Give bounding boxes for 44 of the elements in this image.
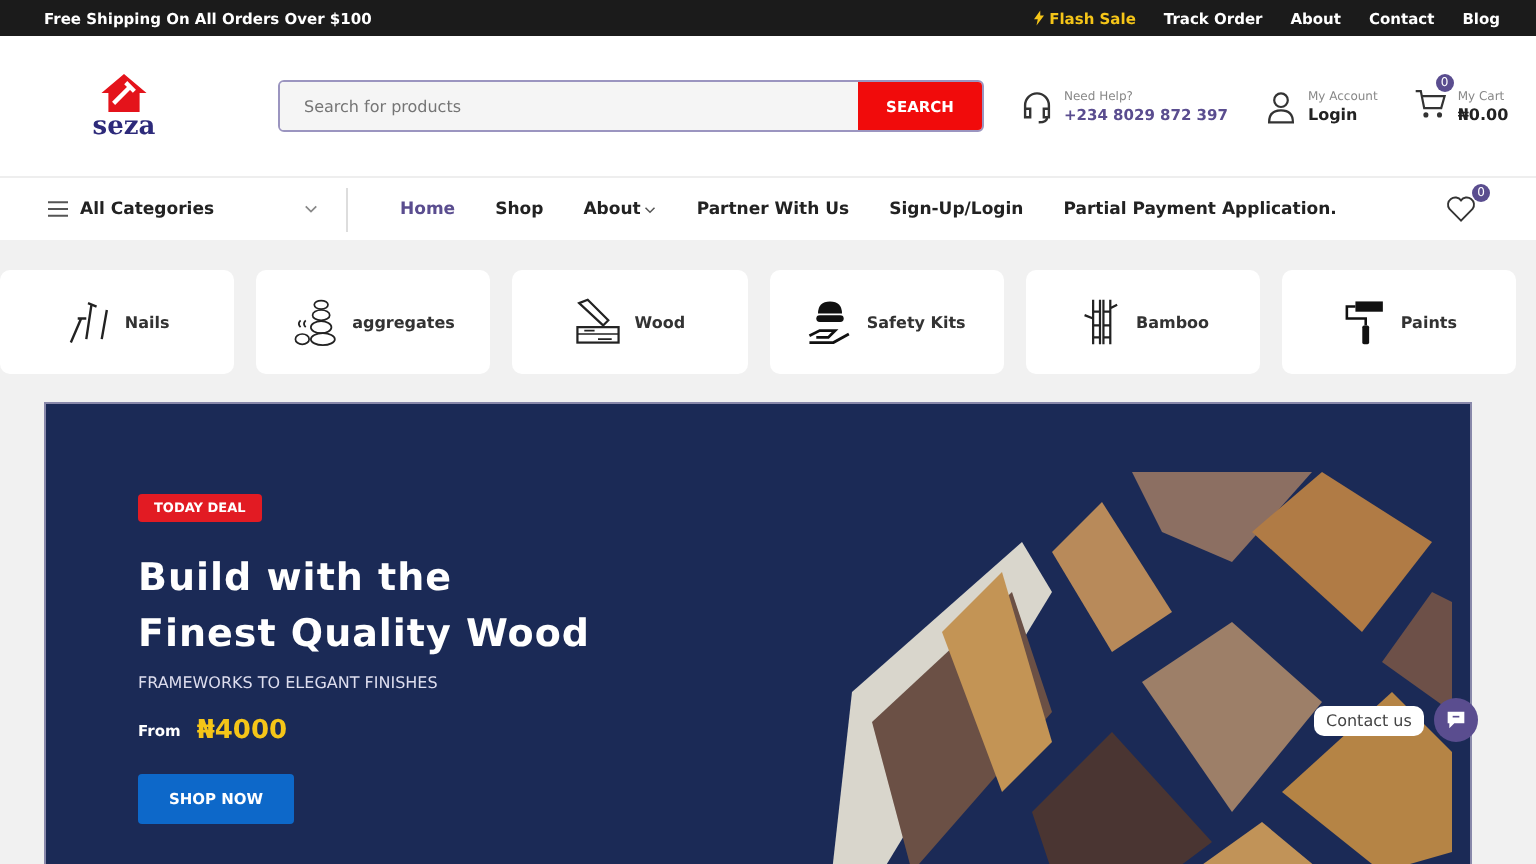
contact-us-tooltip: Contact us <box>1314 705 1424 735</box>
category-card[interactable]: Nails <box>0 270 235 374</box>
category-label: Nails <box>124 313 170 331</box>
headset-icon <box>1020 89 1054 123</box>
category-card[interactable]: Bamboo <box>1025 270 1260 374</box>
hero-subtitle: FRAMEWORKS TO ELEGANT FINISHES <box>138 674 438 692</box>
stones-icon <box>292 298 341 346</box>
nav-link[interactable]: Partial Payment Application. <box>1043 199 1357 219</box>
saw-and-plank-icon <box>574 298 623 346</box>
nav-link[interactable]: About <box>563 199 677 219</box>
chevron-down-icon <box>304 204 318 214</box>
safety-worker-icon <box>806 298 855 346</box>
login-link[interactable]: Login <box>1307 105 1378 123</box>
nails-icon <box>64 298 113 346</box>
paint-roller-icon <box>1340 298 1389 346</box>
category-card[interactable]: Safety Kits <box>769 270 1004 374</box>
menu-icon <box>48 200 68 218</box>
category-card[interactable]: aggregates <box>256 270 491 374</box>
category-label: Paints <box>1400 313 1457 331</box>
hero-title-line: Finest Quality Wood <box>138 610 591 660</box>
user-icon[interactable] <box>1263 89 1298 123</box>
category-card[interactable]: Paints <box>1281 270 1517 374</box>
house-logo-icon <box>98 72 150 114</box>
chevron-down-icon <box>644 205 657 213</box>
nav-link[interactable]: Home <box>380 199 476 219</box>
cart-total: ₦0.00 <box>1457 105 1509 123</box>
search-field[interactable]: Search for products <box>280 82 858 130</box>
category-label: Bamboo <box>1135 313 1210 331</box>
chat-bubble-icon <box>1445 710 1466 730</box>
cart-icon[interactable] <box>1413 85 1448 119</box>
nav-link[interactable]: Partner With Us <box>676 199 870 219</box>
logo-text: seza <box>92 114 156 140</box>
nav-link[interactable]: Shop <box>475 199 564 219</box>
category-label: aggregates <box>352 313 455 331</box>
heart-icon[interactable] <box>1446 196 1476 222</box>
logo[interactable]: seza <box>80 72 168 140</box>
category-label: Safety Kits <box>866 313 966 331</box>
price: ₦4000 <box>196 716 288 746</box>
hero-title-line: Build with the <box>138 554 455 604</box>
nav-link[interactable]: Sign-Up/Login <box>869 199 1044 219</box>
lightning-icon <box>1033 10 1044 26</box>
category-label: Wood <box>634 313 686 331</box>
all-categories-dropdown[interactable]: All Categories <box>48 187 348 231</box>
category-card[interactable]: Wood <box>512 270 748 374</box>
